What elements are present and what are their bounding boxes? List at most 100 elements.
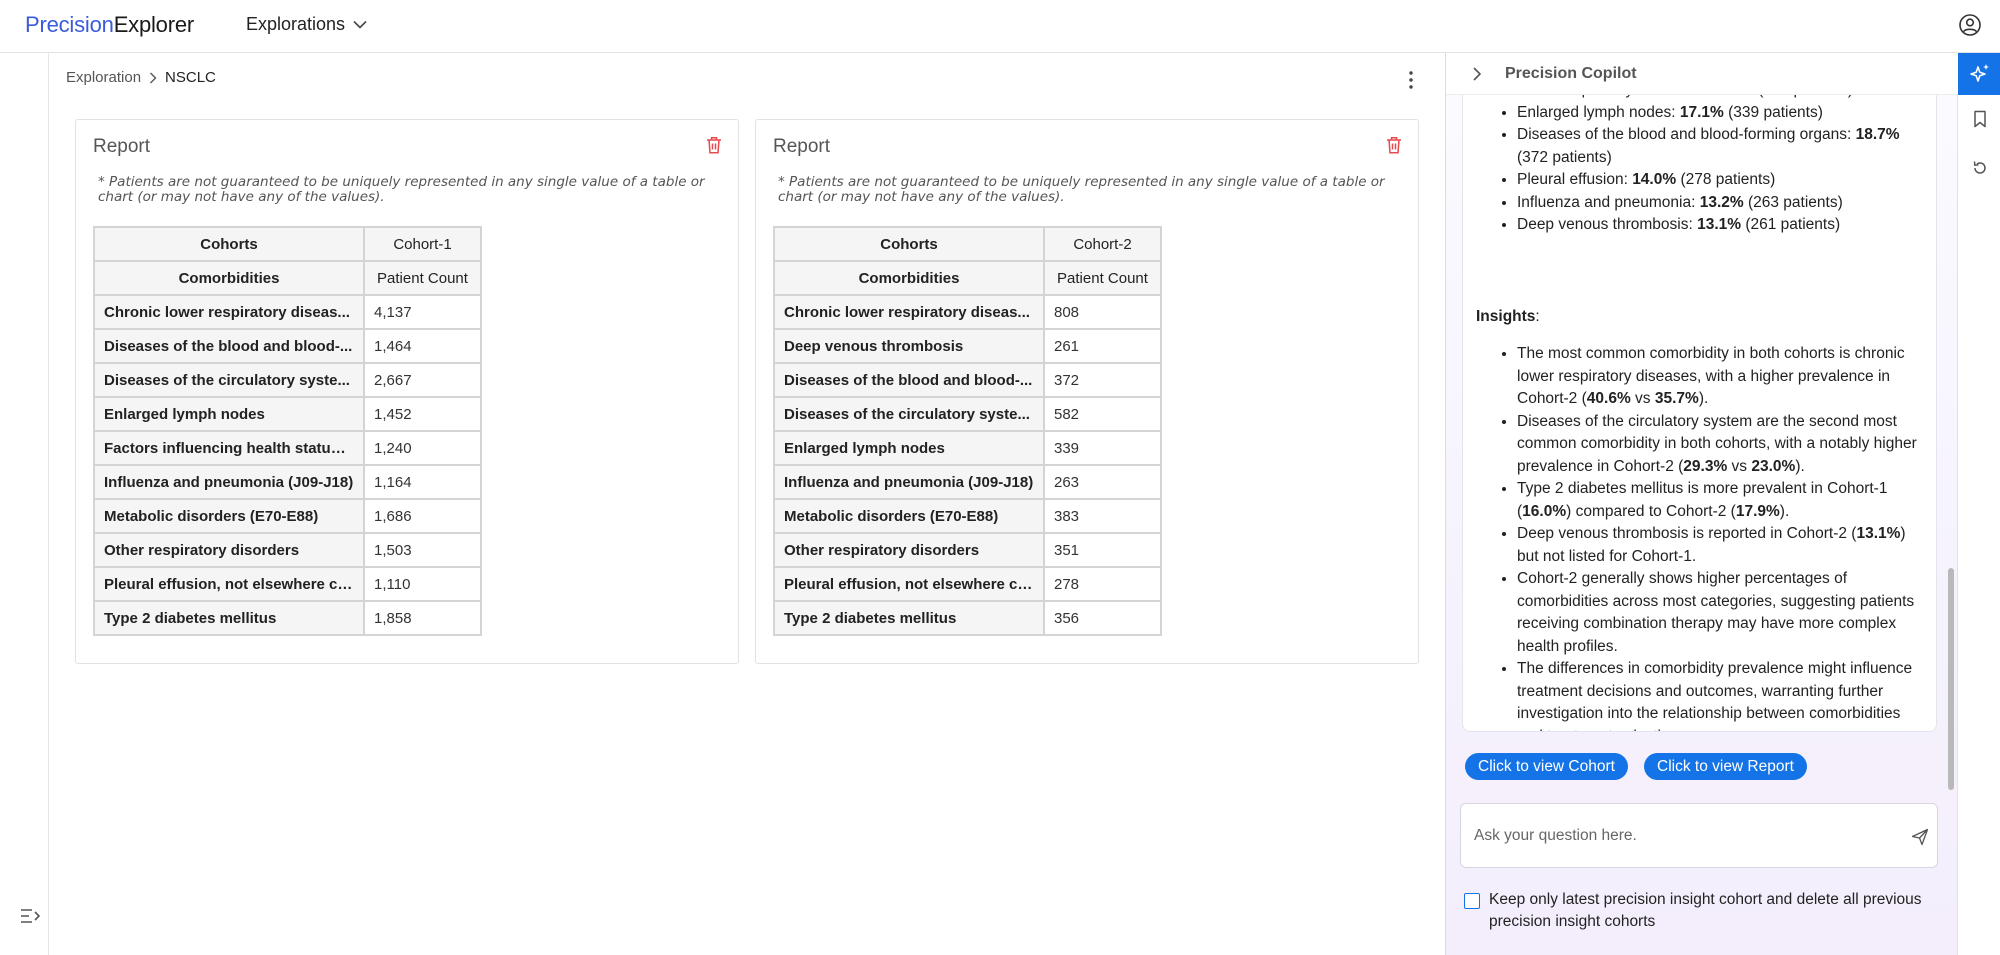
list-item: Diseases of the blood and blood-forming …	[1517, 124, 1928, 169]
header-comorbidities: Comorbidities	[773, 260, 1045, 296]
copilot-title: Precision Copilot	[1505, 65, 1637, 82]
view-cohort-button[interactable]: Click to view Cohort	[1465, 753, 1628, 780]
comorbidity-name: Type 2 diabetes mellitus	[773, 600, 1045, 636]
stat-rest: (372 patients)	[1517, 148, 1612, 166]
comorbidity-name: Influenza and pneumonia (J09-J18)	[93, 464, 365, 500]
chevron-right-icon[interactable]	[1472, 67, 1482, 81]
insight-item: Type 2 diabetes mellitus is more prevale…	[1517, 478, 1928, 523]
keep-latest-checkbox[interactable]	[1464, 893, 1480, 909]
breadcrumb-root[interactable]: Exploration	[66, 69, 141, 86]
chevron-down-icon	[353, 20, 367, 29]
comorbidity-name: Chronic lower respiratory diseas...	[773, 294, 1045, 330]
comorbidity-name: Chronic lower respiratory diseas...	[93, 294, 365, 330]
stat-rest: (339 patients)	[1723, 103, 1823, 121]
bookmark-icon	[1973, 110, 1986, 128]
table-row: Pleural effusion, not elsewhere cl... 1,1…	[93, 566, 482, 602]
stat-pct: 13.2%	[1699, 193, 1744, 211]
table-row: Deep venous thrombosis 261	[773, 328, 1162, 364]
patient-count: 1,464	[363, 328, 482, 364]
table-row: Chronic lower respiratory diseas... 808	[773, 294, 1162, 330]
header-cohort-name: Cohort-1	[363, 226, 482, 262]
insight-text: Cohort-2 generally shows higher percenta…	[1517, 570, 1915, 655]
patient-count: 383	[1043, 498, 1162, 534]
table-row: Other respiratory disorders 1,503	[93, 532, 482, 568]
comorbidity-name: Pleural effusion, not elsewhere cl...	[93, 566, 365, 602]
table-row: Other respiratory disorders 351	[773, 532, 1162, 568]
patient-count: 263	[1043, 464, 1162, 500]
table-row: Diseases of the circulatory syste... 2,66…	[93, 362, 482, 398]
insight-item: Cohort-2 generally shows higher percenta…	[1517, 568, 1928, 658]
report-title: Report	[93, 136, 151, 157]
stat-pct: 13.1%	[1697, 216, 1742, 233]
sidebar-toggle-icon[interactable]	[20, 907, 42, 925]
bookmark-button[interactable]	[1958, 98, 2000, 140]
report-card-1: Report * Patients are not guaranteed to …	[75, 119, 739, 664]
patient-count: 278	[1043, 566, 1162, 602]
table-row: Metabolic disorders (E70-E88) 383	[773, 498, 1162, 534]
comorbidity-name: Diseases of the blood and blood-...	[773, 362, 1045, 398]
cohort-table-2: Cohorts Cohort-2 Comorbidities Patient C…	[773, 226, 1162, 636]
copilot-toggle-button[interactable]	[1958, 53, 2000, 95]
insight-value: 35.7%	[1654, 390, 1699, 407]
send-icon[interactable]	[1911, 828, 1929, 846]
top-bar: PrecisionExplorer Explorations	[0, 0, 2000, 53]
ask-input[interactable]	[1474, 824, 1894, 848]
patient-count: 808	[1043, 294, 1162, 330]
comorbidity-name: Diseases of the circulatory syste...	[93, 362, 365, 398]
insight-value: 16.0%	[1522, 502, 1567, 520]
explorations-menu[interactable]: Explorations	[246, 14, 367, 35]
breadcrumb-current: NSCLC	[165, 69, 216, 86]
insight-text: vs	[1727, 457, 1752, 475]
comorbidity-name: Other respiratory disorders	[93, 532, 365, 568]
comorbidity-name: Enlarged lymph nodes	[773, 430, 1045, 466]
keep-latest-label: Keep only latest precision insight cohor…	[1489, 891, 1922, 930]
table-row: Enlarged lymph nodes 339	[773, 430, 1162, 466]
stat-rest: (278 patients)	[1676, 171, 1776, 188]
table-row: Diseases of the circulatory syste... 582	[773, 396, 1162, 432]
left-rail	[0, 53, 49, 955]
comorbidity-name: Type 2 diabetes mellitus	[93, 600, 365, 636]
table-row: Influenza and pneumonia (J09-J18) 263	[773, 464, 1162, 500]
explorations-label: Explorations	[246, 14, 346, 34]
comorbidity-name: Metabolic disorders (E70-E88)	[773, 498, 1045, 534]
table-header-row: Cohorts Cohort-1	[93, 226, 482, 262]
header-patient-count: Patient Count	[363, 260, 482, 296]
stat-pct: 17.1%	[1679, 103, 1724, 121]
comorbidity-name: Factors influencing health status ...	[93, 430, 365, 466]
stat-pct: 18.7%	[1855, 126, 1900, 143]
trash-icon[interactable]	[706, 136, 722, 154]
patient-count: 356	[1043, 600, 1162, 636]
view-report-button[interactable]: Click to view Report	[1644, 753, 1807, 780]
kebab-icon[interactable]	[1405, 69, 1417, 91]
trash-icon[interactable]	[1386, 136, 1402, 154]
table-row: Factors influencing health status ... 1,2…	[93, 430, 482, 466]
stat-label: Influenza and pneumonia:	[1517, 193, 1700, 211]
copilot-header: Precision Copilot	[1446, 53, 1958, 95]
right-rail	[1957, 53, 2000, 955]
insights-heading: Insights:	[1476, 308, 1540, 325]
report-card-2: Report * Patients are not guaranteed to …	[755, 119, 1419, 664]
stat-label: Pleural effusion:	[1517, 171, 1633, 188]
app-logo[interactable]: PrecisionExplorer	[25, 12, 194, 38]
logo-explorer: Explorer	[113, 12, 195, 37]
table-row: Type 2 diabetes mellitus 356	[773, 600, 1162, 636]
insight-item: The most common comorbidity in both coho…	[1517, 343, 1928, 411]
user-circle-icon[interactable]	[1958, 13, 1982, 37]
comorbidity-name: Influenza and pneumonia (J09-J18)	[773, 464, 1045, 500]
insight-text: ).	[1795, 457, 1805, 475]
main-content: Exploration NSCLC Report * Patients are …	[49, 53, 1445, 955]
patient-count: 582	[1043, 396, 1162, 432]
patient-count: 4,137	[363, 294, 482, 330]
patient-count: 1,686	[363, 498, 482, 534]
table-subheader-row: Comorbidities Patient Count	[773, 260, 1162, 296]
copilot-scrollbar[interactable]	[1948, 568, 1954, 790]
refresh-button[interactable]	[1958, 147, 2000, 189]
insights-title: Insights	[1476, 308, 1536, 325]
insight-value: 40.6%	[1586, 390, 1631, 407]
insights-list: The most common comorbidity in both coho…	[1463, 343, 1936, 731]
insight-item: Deep venous thrombosis is reported in Co…	[1517, 523, 1928, 568]
stat-rest: (261 patients)	[1741, 216, 1841, 233]
insight-text: The most common comorbidity in both coho…	[1517, 345, 1905, 407]
copilot-panel: Precision Copilot Other respiratory diso…	[1445, 53, 1958, 955]
comorbidity-name: Metabolic disorders (E70-E88)	[93, 498, 365, 534]
